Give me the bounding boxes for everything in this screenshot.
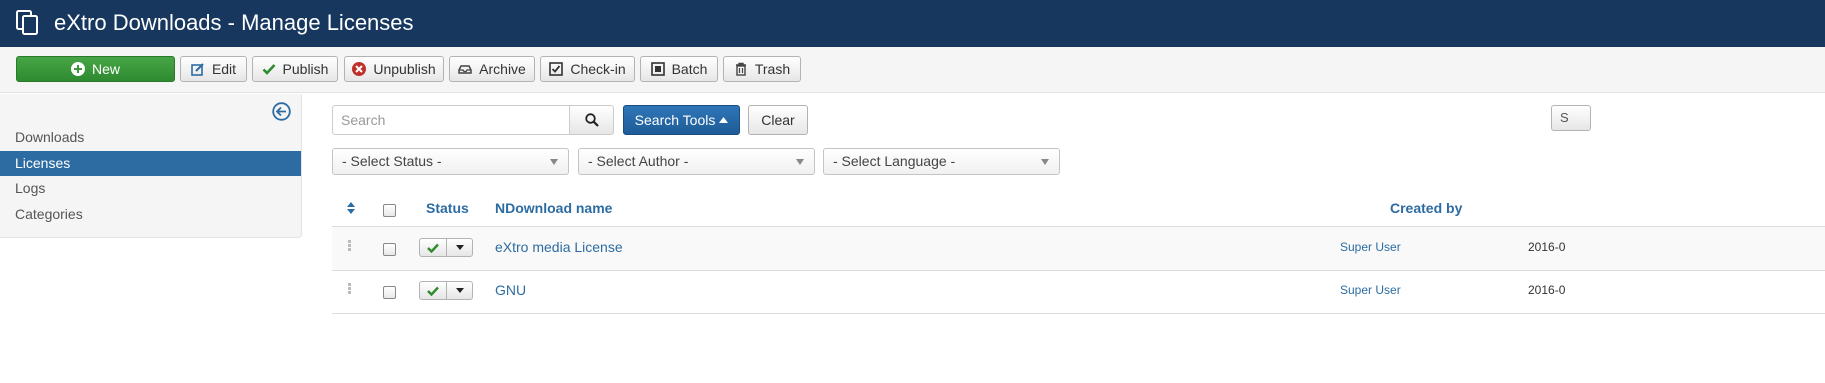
column-header-status[interactable]: Status [426, 200, 469, 216]
edit-button[interactable]: Edit [180, 56, 247, 82]
drag-handle-icon[interactable] [348, 283, 352, 295]
chevron-down-icon [1041, 159, 1049, 165]
language-select[interactable]: - Select Language - [823, 148, 1060, 175]
status-toggle[interactable] [419, 281, 473, 300]
status-dropdown-icon[interactable] [447, 282, 472, 299]
trash-icon [734, 62, 748, 76]
collapse-sidebar-icon[interactable] [272, 102, 291, 121]
search-icon [584, 113, 599, 127]
sort-icon[interactable] [346, 201, 356, 215]
batch-button[interactable]: Batch [640, 56, 718, 82]
checkin-button-label: Check-in [570, 61, 626, 77]
column-header-name[interactable]: NDownload name [495, 200, 612, 216]
chevron-down-icon [550, 159, 558, 165]
batch-icon [650, 62, 665, 76]
checkin-button[interactable]: Check-in [540, 56, 635, 82]
row-author-link[interactable]: Super User [1340, 283, 1401, 297]
publish-button[interactable]: Publish [252, 56, 338, 82]
copy-icon [16, 10, 38, 35]
unpublish-button[interactable]: Unpublish [344, 56, 444, 82]
row-checkbox[interactable] [383, 286, 396, 299]
status-dropdown-icon[interactable] [447, 239, 472, 256]
row-name-link[interactable]: eXtro media License [495, 239, 623, 255]
app-header: eXtro Downloads - Manage Licenses [0, 0, 1825, 47]
clear-button[interactable]: Clear [748, 105, 808, 135]
row-divider [332, 270, 1825, 271]
page-title: eXtro Downloads - Manage Licenses [54, 10, 414, 35]
row-author-link[interactable]: Super User [1340, 240, 1401, 254]
language-select-value: - Select Language - [833, 153, 956, 169]
row-date: 2016-0 [1528, 283, 1566, 297]
caret-up-icon [719, 117, 729, 123]
archive-button[interactable]: Archive [449, 56, 535, 82]
search-input[interactable] [333, 106, 569, 134]
published-check-icon[interactable] [420, 282, 447, 299]
search-tools-label: Search Tools [634, 112, 716, 128]
status-toggle[interactable] [419, 238, 473, 257]
sidebar: Downloads Licenses Logs Categories [0, 94, 302, 238]
published-check-icon[interactable] [420, 239, 447, 256]
sort-options-button[interactable]: S [1551, 105, 1591, 131]
select-all-checkbox[interactable] [383, 204, 396, 217]
edit-icon [191, 62, 205, 76]
drag-handle-icon[interactable] [348, 240, 352, 252]
cancel-circle-icon [352, 62, 367, 76]
checkbox-icon [549, 62, 564, 76]
status-select-value: - Select Status - [342, 153, 442, 169]
row-checkbox[interactable] [383, 243, 396, 256]
chevron-down-icon [796, 159, 804, 165]
search-box [332, 105, 614, 135]
sidebar-item-downloads[interactable]: Downloads [0, 125, 301, 150]
plus-circle-icon [70, 62, 85, 76]
search-button[interactable] [569, 105, 614, 135]
archive-icon [458, 62, 472, 76]
author-select[interactable]: - Select Author - [578, 148, 815, 175]
toolbar: New Edit Publish Unpublish Archive Check… [0, 47, 1825, 93]
archive-button-label: Archive [479, 61, 526, 77]
row-name-link[interactable]: GNU [495, 282, 526, 298]
unpublish-button-label: Unpublish [373, 61, 436, 77]
sidebar-item-licenses[interactable]: Licenses [0, 151, 301, 176]
trash-button-label: Trash [754, 61, 791, 77]
sidebar-item-categories[interactable]: Categories [0, 202, 301, 227]
status-select[interactable]: - Select Status - [332, 148, 569, 175]
new-button[interactable]: New [16, 56, 175, 82]
column-header-created-by[interactable]: Created by [1390, 200, 1462, 216]
batch-button-label: Batch [671, 61, 708, 77]
row-divider [332, 313, 1825, 314]
sidebar-item-logs[interactable]: Logs [0, 176, 301, 201]
row-date: 2016-0 [1528, 240, 1566, 254]
trash-button[interactable]: Trash [723, 56, 801, 82]
new-button-label: New [91, 61, 120, 77]
search-tools-button[interactable]: Search Tools [623, 105, 740, 135]
publish-button-label: Publish [282, 61, 329, 77]
check-icon [262, 62, 276, 76]
author-select-value: - Select Author - [588, 153, 689, 169]
edit-button-label: Edit [211, 61, 237, 77]
